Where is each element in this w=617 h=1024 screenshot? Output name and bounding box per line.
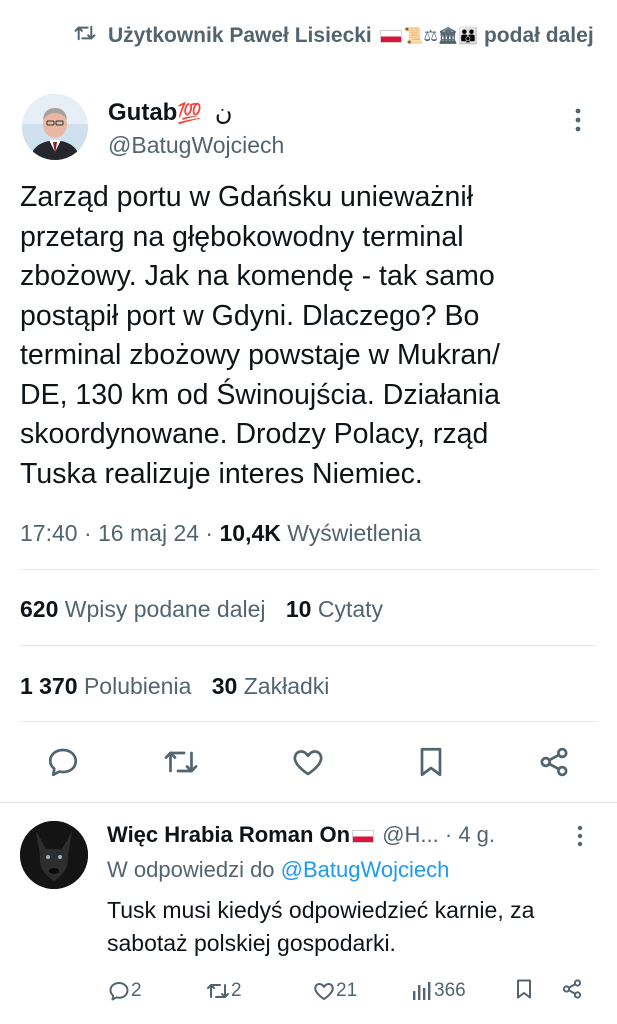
hundred-points-icon: 💯 [177,103,203,125]
reply-icon [107,979,131,1003]
views-count: 10,4K [219,520,281,546]
reposts-label: Wpisy podane dalej [64,596,266,622]
likes-stat[interactable]: 1 370 Polubienia [20,673,191,699]
reply-more-options-icon[interactable] [576,825,584,847]
quotes-stat[interactable]: 10 Cytaty [286,596,383,622]
reply-retweet-button[interactable]: 2 [205,976,242,1006]
quotes-label: Cytaty [317,596,384,622]
reply-author-name[interactable]: Więc Hrabia Roman On [107,822,350,847]
tweet-date[interactable]: 16 maj 24 [98,520,199,546]
reply-header: Więc Hrabia Roman On @H... · 4 g. [107,819,577,850]
heart-icon[interactable] [290,744,326,780]
reply-views-button[interactable]: 366 [410,976,466,1006]
tweet-text: Zarząd portu w Gdańsku unieważnił przeta… [20,181,500,490]
reposts-count: 620 [20,596,59,622]
author-display-name[interactable]: Gutab💯 ن [108,98,233,129]
reply-share-icon[interactable] [560,976,584,1002]
reply-views-count: 366 [434,980,466,1001]
reply-bookmark-icon[interactable] [512,976,536,1002]
quotes-count: 10 [285,596,312,622]
retweet-context[interactable]: Użytkownik Paweł Lisiecki 📜⚖🏛👪 podał dal… [108,20,603,52]
retweeted-suffix: podał dalej [483,24,594,47]
divider [20,721,597,722]
reply-to-mention[interactable]: @BatugWojciech [281,857,450,882]
classical-building-icon: 🏛 [437,27,459,45]
retweet-icon[interactable] [163,744,199,780]
bookmarks-label: Zakładki [243,673,330,699]
reply-replies-count: 2 [131,980,142,1001]
stats-reposts-quotes: 620 Wpisy podane dalej 10 Cytaty [20,593,383,625]
author-handle[interactable]: @BatugWojciech [108,130,284,160]
divider [20,569,597,570]
reply-to-line: W odpowiedzi do @BatugWojciech [107,854,449,886]
retweeter-label: Użytkownik Paweł Lisiecki [108,24,372,47]
stats-likes-bookmarks: 1 370 Polubienia 30 Zakładki [20,670,329,702]
heart-icon [312,979,336,1003]
reply-reposts-count: 2 [231,980,242,1001]
tweet-meta: 17:40 · 16 maj 24 · 10,4K Wyświetlenia [20,520,422,546]
reposts-stat[interactable]: 620 Wpisy podane dalej [20,596,266,622]
views-label: Wyświetlenia [287,520,422,546]
divider [0,802,617,803]
poland-flag-icon [379,29,402,43]
reply-text: Tusk musi kiedyś odpowiedzieć karnie, za… [107,897,535,956]
reply-author-handle[interactable]: @H... [382,822,439,847]
retweet-context-icon [74,24,96,42]
views-chart-icon [410,979,434,1003]
bookmarks-stat[interactable]: 30 Zakładki [212,673,330,699]
bookmarks-count: 30 [211,673,238,699]
likes-count: 1 370 [20,673,78,699]
reply-reply-button[interactable]: 2 [107,976,142,1006]
reply-age: · 4 g. [444,822,496,847]
reply-avatar[interactable] [20,821,88,889]
share-icon[interactable] [536,744,572,780]
tweet-time[interactable]: 17:40 [20,520,78,546]
scroll-icon: 📜 [403,27,424,45]
reply-likes-count: 21 [336,980,358,1001]
poland-flag-icon [352,829,375,843]
more-options-icon[interactable] [574,107,582,133]
balance-scale-icon: ⚖ [423,27,438,45]
bookmark-icon[interactable] [413,744,449,780]
reply-to-label: W odpowiedzi do [107,857,275,882]
family-icon: 👪 [458,27,479,45]
reply-like-button[interactable]: 21 [312,976,357,1006]
reply-icon[interactable] [45,744,81,780]
retweet-icon [205,979,231,1003]
author-avatar[interactable] [22,94,88,160]
divider [20,645,597,646]
likes-label: Polubienia [83,673,192,699]
author-name-text: Gutab [108,99,178,126]
author-name-suffix: ن [214,99,233,126]
